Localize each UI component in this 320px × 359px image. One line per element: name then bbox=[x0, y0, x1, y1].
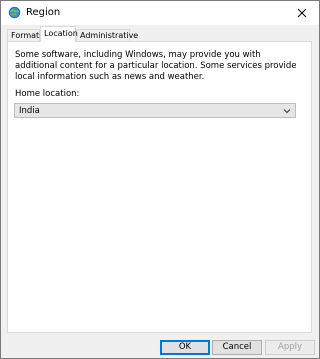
home-location-select[interactable]: India bbox=[14, 103, 296, 118]
cancel-button[interactable]: Cancel bbox=[212, 340, 262, 355]
home-location-label: Home location: bbox=[15, 89, 80, 99]
chevron-down-icon bbox=[283, 109, 291, 114]
tab-formats[interactable]: Formats bbox=[7, 29, 43, 41]
tab-administrative[interactable]: Administrative bbox=[76, 29, 138, 41]
title-bar: Region bbox=[1, 1, 319, 25]
window-title: Region bbox=[26, 7, 61, 18]
apply-button[interactable]: Apply bbox=[265, 340, 315, 355]
region-dialog: Region Formats Location Administrative S… bbox=[0, 0, 320, 359]
location-panel: Some software, including Windows, may pr… bbox=[7, 41, 312, 333]
home-location-value: India bbox=[19, 106, 40, 116]
close-icon bbox=[297, 8, 307, 18]
globe-icon bbox=[8, 6, 21, 19]
tab-location[interactable]: Location bbox=[40, 26, 78, 42]
location-description: Some software, including Windows, may pr… bbox=[15, 50, 297, 82]
ok-button[interactable]: OK bbox=[160, 340, 210, 355]
close-button[interactable] bbox=[285, 1, 319, 25]
